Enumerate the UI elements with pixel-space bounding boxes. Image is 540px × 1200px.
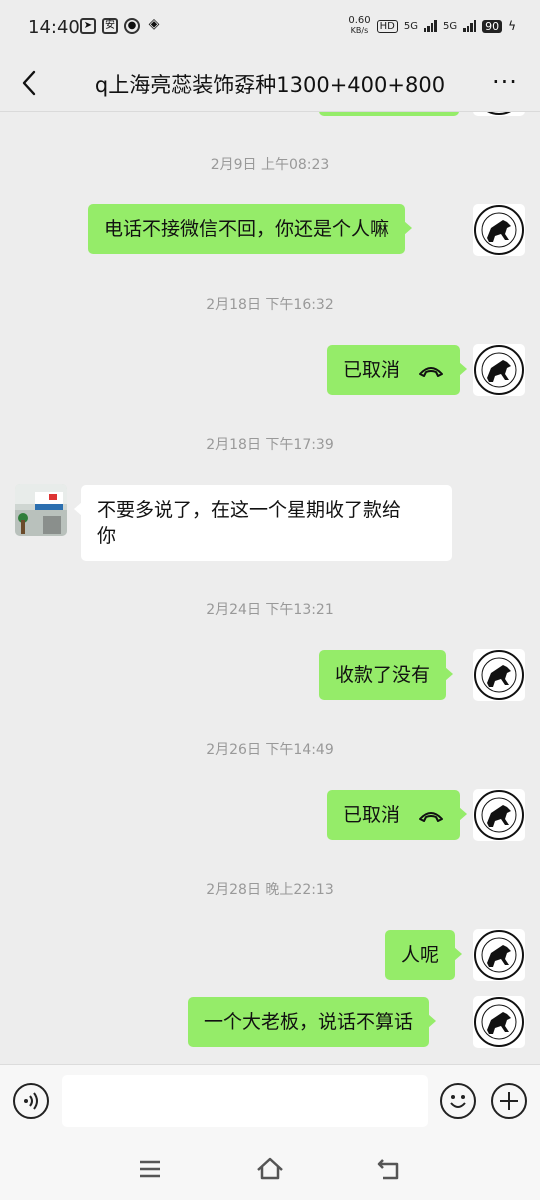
message-bubble[interactable]: 收款了没有 [319,650,454,700]
my-avatar-partial[interactable] [473,112,525,116]
message-text-line-2: 你 [97,525,117,547]
notification-icons: ➤ 安 ● ◈ [80,16,162,34]
call-record-bubble[interactable]: 已取消 [327,345,468,395]
message-text: 一个大老板，说话不算话 [204,1011,414,1033]
my-avatar[interactable] [473,649,525,701]
network-speed-unit: KB/s [350,26,369,35]
message-text: 人呢 [401,944,440,966]
hd-icon: HD [376,19,398,33]
call-status-text: 已取消 [343,804,401,826]
my-avatar[interactable] [473,996,525,1048]
chat-title: q上海亮蕊装饰孬种1300+400+800 [94,73,446,97]
my-avatar[interactable] [473,344,525,396]
more-functions-button[interactable] [491,1083,527,1119]
voice-icon [24,1092,38,1110]
plus-icon [500,1092,518,1110]
location-icon: ◈ [148,16,160,32]
my-avatar[interactable] [473,929,525,981]
message-list[interactable]: 2月9日 上午08:23 电话不接微信不回，你还是个人嘛 2月18日 下午16:… [0,112,540,1064]
timestamp: 2月18日 下午17:39 [206,437,334,453]
battery-icon: 90 [482,19,503,33]
signal-5g-label-2: 5G [442,20,458,32]
back-arrow-icon[interactable] [16,68,46,98]
message-text: 收款了没有 [335,664,431,686]
message-text: 电话不接微信不回，你还是个人嘛 [104,218,390,240]
message-bubble[interactable]: 电话不接微信不回，你还是个人嘛 [88,204,413,254]
my-avatar[interactable] [473,789,525,841]
message-bubble[interactable]: 人呢 [385,930,463,980]
input-bar [0,1064,540,1138]
network-speed: 0.60 KB/s [348,16,370,36]
emoji-button[interactable] [440,1083,476,1119]
call-status-text: 已取消 [343,359,401,381]
network-speed-value: 0.60 [348,15,371,26]
telegram-icon: ➤ [80,18,96,34]
phone-hangup-icon [419,366,444,377]
message-bubble[interactable]: 一个大老板，说话不算话 [188,997,437,1047]
message-bubble-incoming[interactable]: 不要多说了，在这一个星期收了款给 你 [74,485,452,561]
timestamp: 2月9日 上午08:23 [210,157,330,173]
timestamp: 2月26日 下午14:49 [206,742,334,758]
contact-avatar[interactable] [15,484,67,536]
my-avatar[interactable] [473,204,525,256]
profile-notification-icon: ● [124,18,140,34]
phone-hangup-icon [419,811,444,822]
timestamp: 2月28日 晚上22:13 [206,882,334,898]
timestamp: 2月24日 下午13:21 [206,602,334,618]
system-navigation-bar [0,1138,540,1200]
status-time: 14:40 [28,17,80,38]
more-options-icon[interactable]: ··· [490,70,520,100]
message-text-line-1: 不要多说了，在这一个星期收了款给 [97,499,402,521]
status-bar: 14:40 ➤ 安 ● ◈ 0.60 KB/s HD 5G 5G 90 ϟ [0,0,540,56]
voice-input-button[interactable] [13,1083,49,1119]
message-bubble-partial[interactable] [319,112,466,116]
menu-icon[interactable] [135,1154,165,1184]
back-icon[interactable] [375,1154,405,1184]
emoji-icon [450,1095,466,1108]
home-icon[interactable] [255,1154,285,1184]
signal-5g-label-1: 5G [403,20,418,32]
status-indicators: 0.60 KB/s HD 5G 5G 90 ϟ [348,16,516,36]
charging-icon: ϟ [508,19,516,33]
signal-bars-icon-2 [463,20,477,32]
chat-header: q上海亮蕊装饰孬种1300+400+800 ··· [0,56,540,112]
signal-bars-icon [423,20,437,32]
timestamp: 2月18日 下午16:32 [206,297,334,313]
message-input[interactable] [62,1075,428,1127]
call-record-bubble[interactable]: 已取消 [327,790,468,840]
app-notification-icon: 安 [102,18,118,34]
